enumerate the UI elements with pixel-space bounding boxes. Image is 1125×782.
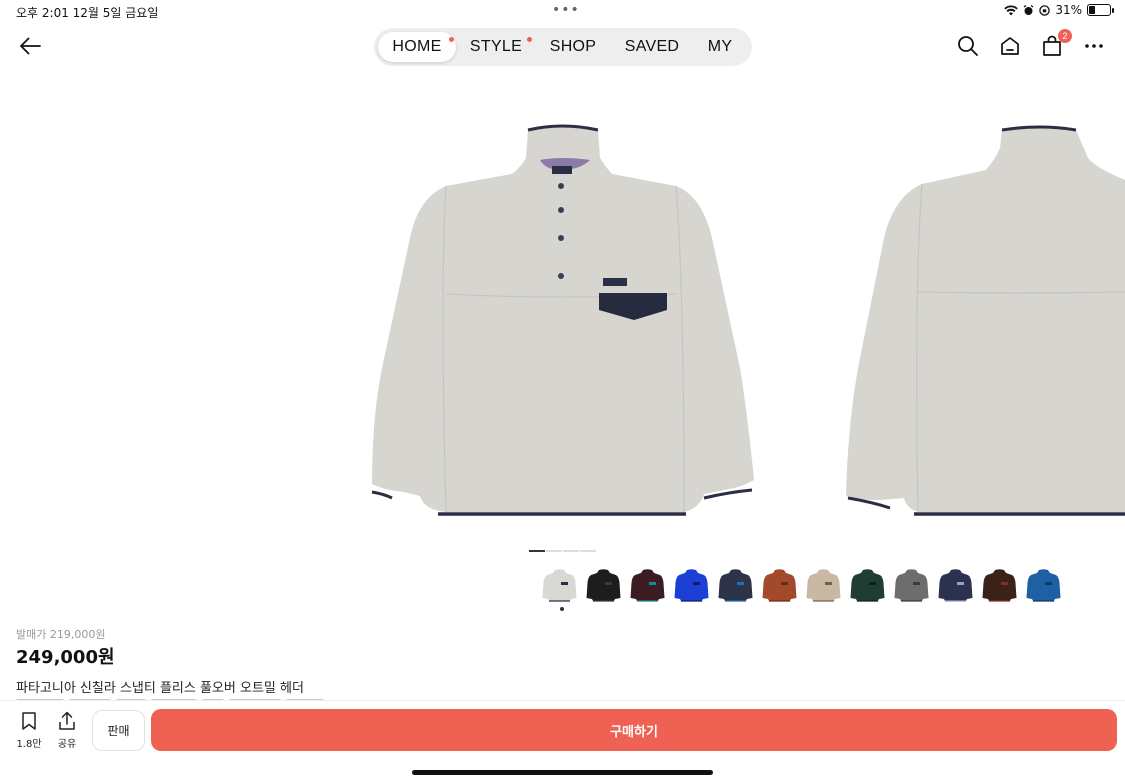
battery-icon — [1087, 4, 1114, 16]
orientation-lock-icon — [1039, 4, 1051, 16]
color-swatch-list — [542, 566, 1061, 604]
tab-my-label: MY — [707, 38, 733, 55]
tab-style-dot — [527, 37, 532, 42]
tab-shop-label: SHOP — [549, 38, 597, 55]
top-nav: HOME STYLE SHOP SAVED MY — [374, 28, 752, 66]
swatch-thumbnail — [938, 569, 973, 602]
swatch-thumbnail — [762, 569, 797, 602]
color-swatch-navy[interactable] — [718, 566, 753, 604]
color-swatch-tan[interactable] — [806, 566, 841, 604]
status-time: 오후 2:01 12월 5일 금요일 — [16, 6, 159, 20]
share-icon — [59, 711, 75, 730]
tab-saved-label: SAVED — [624, 38, 680, 55]
gallery-pager — [529, 550, 596, 552]
color-swatch-oatmeal[interactable] — [542, 566, 577, 604]
swatch-thumbnail — [806, 569, 841, 602]
tab-saved[interactable]: SAVED — [610, 32, 694, 62]
cart-badge: 2 — [1058, 29, 1072, 43]
product-name: 파타고니아 신칠라 스냅티 플리스 풀오버 오트밀 헤더 — [16, 681, 304, 696]
more-button[interactable] — [1082, 34, 1106, 58]
selected-swatch-indicator — [560, 607, 564, 611]
more-icon — [1085, 44, 1103, 48]
search-button[interactable] — [956, 34, 980, 58]
wifi-icon — [1004, 5, 1019, 15]
swatch-thumbnail — [982, 569, 1017, 602]
tab-style[interactable]: STYLE — [456, 32, 536, 62]
buy-button[interactable]: 구매하기 — [151, 709, 1117, 751]
swatch-thumbnail — [674, 569, 709, 602]
share-label: 공유 — [57, 739, 77, 750]
swatch-thumbnail — [850, 569, 885, 602]
status-indicators: 31% — [1004, 3, 1114, 17]
color-swatch-lagoon-blue[interactable] — [1026, 566, 1061, 604]
fleece-back-image — [846, 125, 1125, 516]
battery-percent: 31% — [1055, 3, 1082, 17]
search-icon — [958, 36, 978, 56]
pager-segment — [563, 550, 579, 552]
multitask-dots[interactable]: ••• — [552, 2, 580, 18]
sell-button[interactable]: 판매 — [92, 710, 145, 751]
swatch-thumbnail — [718, 569, 753, 602]
back-button[interactable] — [14, 32, 46, 60]
color-swatch-brown[interactable] — [982, 566, 1017, 604]
pager-segment — [529, 550, 545, 552]
pager-segment — [580, 550, 596, 552]
swatch-thumbnail — [586, 569, 621, 602]
cart-button[interactable]: 2 — [1040, 29, 1072, 58]
bookmark-icon — [22, 712, 36, 730]
alarm-icon — [1023, 4, 1034, 15]
home-indicator[interactable] — [412, 770, 713, 775]
color-swatch-burgundy[interactable] — [630, 566, 665, 604]
product-image-gallery[interactable] — [0, 88, 1125, 538]
tab-home[interactable]: HOME — [378, 32, 456, 62]
swatch-thumbnail — [542, 569, 577, 602]
tab-my[interactable]: MY — [694, 32, 746, 62]
fleece-front-image — [371, 124, 754, 516]
color-swatch-royal-blue[interactable] — [674, 566, 709, 604]
color-swatch-grey[interactable] — [894, 566, 929, 604]
swatch-thumbnail — [894, 569, 929, 602]
tab-home-dot — [449, 37, 454, 42]
pager-segment — [546, 550, 562, 552]
save-button[interactable]: 1.8만 — [12, 711, 46, 750]
release-price: 발매가 219,000원 — [16, 628, 106, 641]
home-icon — [1001, 37, 1019, 55]
product-price: 249,000원 — [16, 647, 115, 668]
swatch-thumbnail — [1026, 569, 1061, 602]
color-swatch-rust[interactable] — [762, 566, 797, 604]
back-arrow-icon — [20, 37, 41, 55]
home-button[interactable] — [998, 34, 1022, 58]
swatch-thumbnail — [630, 569, 665, 602]
color-swatch-navy-pattern[interactable] — [938, 566, 973, 604]
color-swatch-black[interactable] — [586, 566, 621, 604]
tab-shop[interactable]: SHOP — [536, 32, 610, 62]
tab-home-label: HOME — [392, 38, 442, 55]
share-button[interactable]: 공유 — [50, 711, 84, 750]
color-swatch-forest[interactable] — [850, 566, 885, 604]
tab-style-label: STYLE — [469, 38, 523, 55]
product-images — [371, 124, 1125, 516]
save-count: 1.8만 — [16, 739, 42, 750]
